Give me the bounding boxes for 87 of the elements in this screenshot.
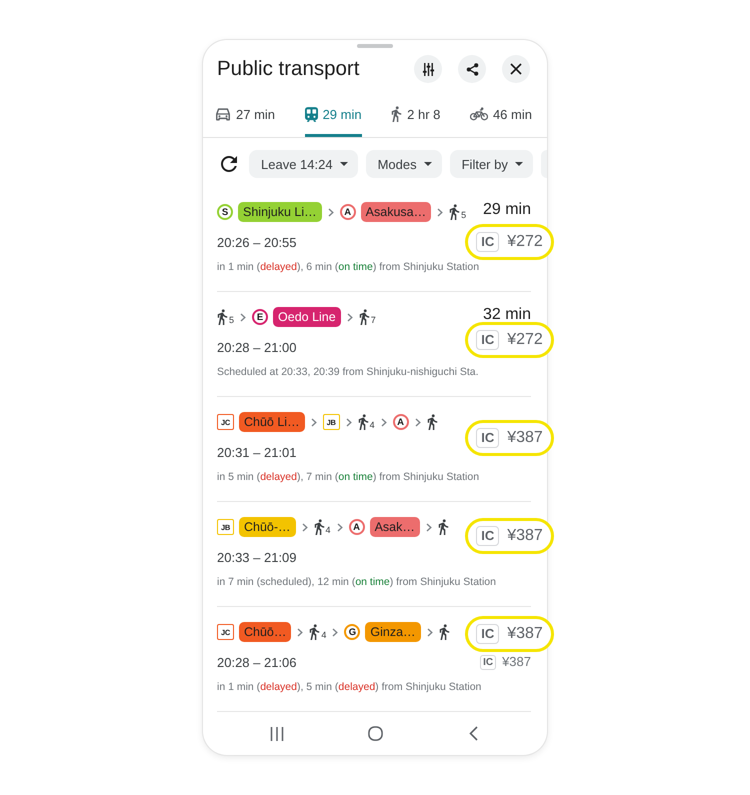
mode-tab[interactable]: 2 hr 8 [391,100,440,137]
walk-minutes: 7 [370,316,376,325]
chevron-icon [240,312,246,322]
caret-icon [340,162,348,166]
ic-card-badge: IC [476,330,500,350]
ic-card-badge: IC [476,428,500,448]
trip-duration: 32 min [482,307,531,322]
chevron-icon [336,522,343,532]
sheet-title: Public transport [217,57,360,81]
walking-person-icon [217,309,228,325]
trip-times: 20:28 – 21:00 [217,340,297,354]
line-chip: Ginza… [365,622,421,642]
line-chip: Chūō Li… [239,412,305,432]
close-button[interactable] [502,55,530,83]
departure-info: in 1 min (delayed), 6 min (on time) from Shinjuku Station [217,261,480,273]
close-icon [510,63,522,75]
line-chip: Shinjuku Li… [238,202,322,222]
walking-person-icon [358,309,370,325]
fare-amount: ¥387 [507,527,543,545]
home-icon[interactable] [368,726,382,741]
mode-tab[interactable]: 46 min [470,100,532,137]
departure-info: in 7 min (scheduled), 12 min (on time) from Shinjuku Station [217,576,497,588]
bicycle-icon [470,107,488,121]
walking-person-icon [426,414,438,430]
dropdown-chip[interactable]: Leave 14:24 [249,150,358,178]
line-chip: Chūō… [239,622,292,642]
fare-amount: ¥387 [507,625,543,643]
walk-minutes: 4 [370,421,375,430]
ic-card-badge: IC [480,654,496,670]
recent-apps-icon[interactable] [270,726,284,740]
train-icon [304,106,318,122]
caret-icon [514,162,523,166]
departure-info: in 5 min (delayed), 7 min (on time) from Shinjuku Station [217,471,480,483]
chevron-icon [414,418,421,426]
walking-person-icon [309,624,320,640]
walk-minutes: 5 [461,211,466,220]
chevron-icon [426,628,433,636]
chevron-icon [346,418,352,426]
mode-tab[interactable]: 29 min [304,100,362,137]
sliders-icon [422,62,434,76]
walk-minutes: 5 [229,316,234,325]
trip-times: 20:33 – 21:09 [217,550,297,564]
share-button[interactable] [458,55,486,83]
refresh-icon [221,156,237,172]
line-chip: Asak… [370,517,420,537]
chevron-icon [437,208,444,216]
chevron-icon [302,522,308,532]
fare-amount: ¥272 [507,331,543,349]
walk-minutes: 4 [326,526,331,535]
chevron-icon [426,522,432,532]
chevron-icon [310,418,317,426]
share-icon [466,62,478,76]
trip-times: 20:28 – 21:06 [217,654,297,670]
fare-amount: ¥387 [507,429,543,447]
chevron-icon [332,628,338,636]
chevron-icon [346,312,353,322]
chevron-icon [380,418,387,426]
caret-icon [424,162,432,166]
trip-times: 20:31 – 21:01 [217,444,297,460]
departure-info: Scheduled at 20:33, 20:39 from Shinjuku-nishiguchi Sta. [217,366,480,378]
filter-button[interactable] [414,55,442,83]
walking-person-icon [438,624,450,640]
line-chip: Oedo Line [273,307,341,327]
trip-times: 20:26 – 20:55 [217,234,297,250]
walking-person-icon [438,519,449,535]
fare-amount: ¥387 [502,654,531,670]
dropdown-chip[interactable]: Modes [366,150,442,178]
ic-card-badge: IC [476,526,500,546]
walking-person-icon [314,519,325,535]
chevron-icon [328,208,334,216]
ic-card-badge: IC [476,232,500,252]
dropdown-chip[interactable]: Filter by [450,150,533,178]
car-icon [215,107,231,121]
ic-card-badge: IC [476,624,500,644]
trip-duration: 29 min [482,202,531,217]
departure-info: in 1 min (delayed), 5 min (delayed) from Shinjuku Station [217,681,482,693]
mode-tab[interactable]: 27 min [215,100,276,137]
drag-handle[interactable] [357,44,393,48]
line-chip: Asakusa… [360,202,432,222]
walking-person-icon [391,106,402,122]
walking-person-icon [449,204,460,220]
walk-minutes: 4 [321,631,326,640]
line-chip: Chūō-… [239,517,296,537]
walking-person-icon [358,414,369,430]
fare-amount: ¥272 [507,233,543,251]
chevron-icon [297,628,304,636]
back-icon[interactable] [468,726,478,741]
